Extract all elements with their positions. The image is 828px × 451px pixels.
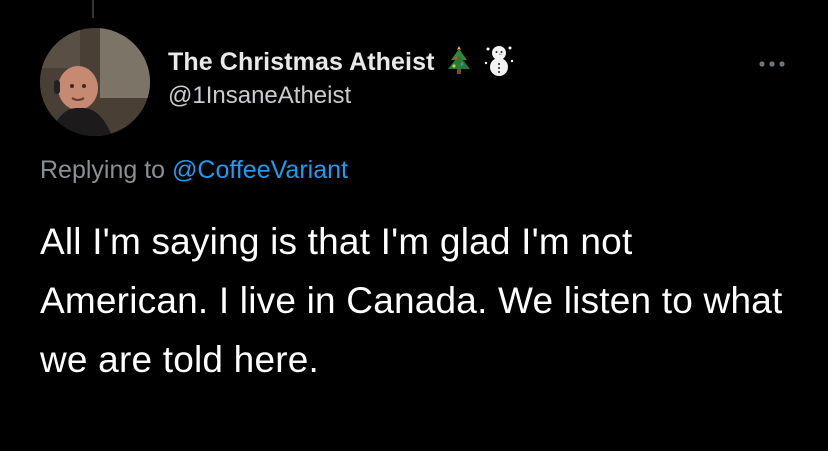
avatar-photo [40, 28, 150, 136]
reply-mention-link[interactable]: @CoffeeVariant [172, 156, 348, 184]
tweet-header: The Christmas Atheist @1InsaneAtheist [168, 44, 515, 110]
replying-to: Replying to @CoffeeVariant [40, 156, 348, 185]
more-options-icon[interactable] [754, 56, 790, 72]
display-name[interactable]: The Christmas Atheist [168, 48, 435, 77]
thread-connector-line [92, 0, 94, 18]
christmas-tree-icon [445, 44, 473, 81]
tweet-text: All I'm saying is that I'm glad I'm not … [40, 221, 783, 380]
snowman-icon [483, 43, 515, 82]
avatar[interactable] [40, 28, 150, 136]
name-row: The Christmas Atheist [168, 44, 515, 80]
user-handle[interactable]: @1InsaneAtheist [168, 82, 515, 110]
replying-to-label: Replying to [40, 156, 166, 184]
